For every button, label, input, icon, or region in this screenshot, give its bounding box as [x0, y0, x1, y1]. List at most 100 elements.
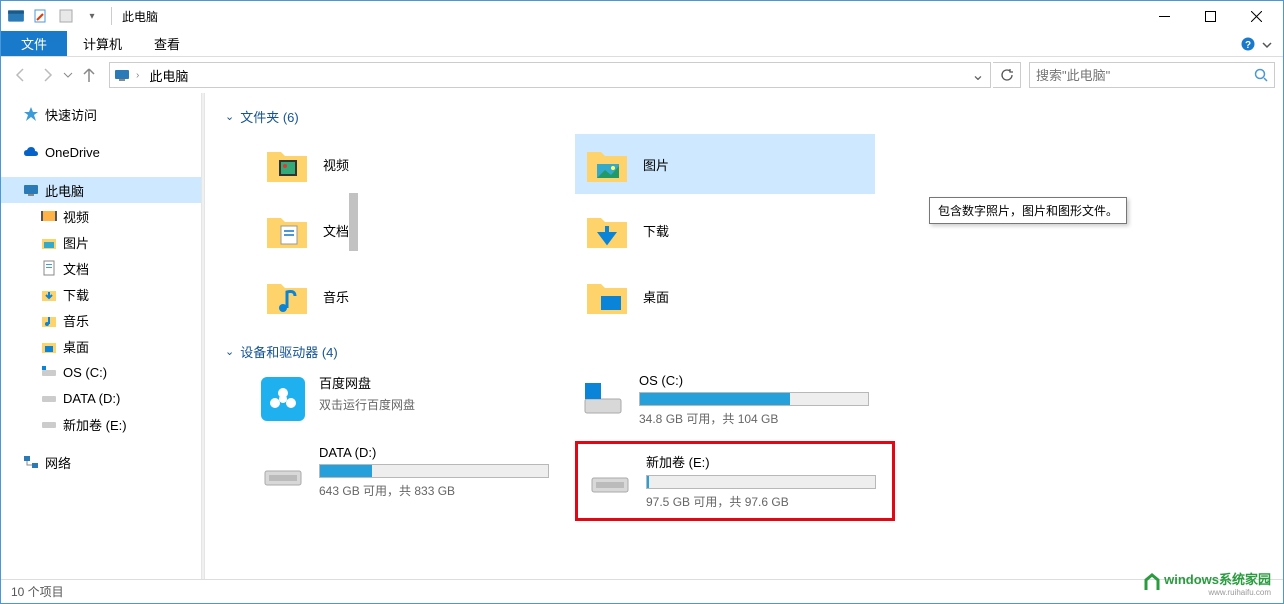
statusbar: 10 个项目	[1, 579, 1283, 603]
sidebar-network[interactable]: 网络	[1, 449, 201, 475]
sidebar-item-label: 音乐	[63, 311, 89, 330]
drive-e[interactable]: 新加卷 (E:) 97.5 GB 可用，共 97.6 GB	[582, 448, 888, 514]
sidebar-item-label: 网络	[45, 453, 71, 472]
network-icon	[23, 454, 39, 470]
tooltip: 包含数字照片，图片和图形文件。	[929, 197, 1127, 224]
sidebar-item-desktop[interactable]: 桌面	[1, 333, 201, 359]
nav-forward-button[interactable]	[35, 63, 59, 87]
sidebar-this-pc[interactable]: 此电脑	[1, 177, 201, 203]
sidebar-item-label: OneDrive	[45, 145, 100, 160]
folder-label: 图片	[643, 155, 669, 174]
drive-name: 新加卷 (E:)	[646, 452, 882, 471]
sidebar-item-downloads[interactable]: 下载	[1, 281, 201, 307]
picture-icon	[41, 234, 57, 250]
qat-properties-icon[interactable]	[29, 5, 51, 27]
folder-downloads[interactable]: 下载	[575, 200, 875, 260]
sidebar-onedrive[interactable]: OneDrive	[1, 139, 201, 165]
drive-os-icon	[581, 377, 625, 421]
group-drives-header[interactable]: ⌄ 设备和驱动器 (4)	[225, 342, 1263, 361]
folder-label: 桌面	[643, 287, 669, 306]
chevron-down-icon: ⌄	[225, 345, 234, 358]
folder-documents[interactable]: 文档	[255, 200, 555, 260]
minimize-button[interactable]	[1141, 1, 1187, 31]
sidebar-item-drive-e[interactable]: 新加卷 (E:)	[1, 411, 201, 437]
folder-music[interactable]: 音乐	[255, 266, 555, 326]
content-pane: ⌄ 文件夹 (6) 视频 图片 文档 下载 音乐	[205, 93, 1283, 579]
drive-name: 百度网盘	[319, 373, 549, 392]
watermark-icon	[1142, 573, 1162, 593]
breadcrumb[interactable]: 此电脑	[145, 66, 192, 85]
star-icon	[23, 106, 39, 122]
drive-icon	[41, 416, 57, 432]
search-box[interactable]	[1029, 62, 1275, 88]
pc-icon	[23, 182, 39, 198]
svg-text:?: ?	[1245, 40, 1251, 51]
sidebar-item-music[interactable]: 音乐	[1, 307, 201, 333]
sidebar-item-pictures[interactable]: 图片	[1, 229, 201, 255]
item-count: 10 个项目	[11, 583, 64, 600]
sidebar-item-label: 快速访问	[45, 105, 97, 124]
picture-folder-icon	[585, 142, 629, 186]
tab-file[interactable]: 文件	[1, 31, 67, 56]
folder-label: 文档	[323, 221, 349, 240]
folder-desktop[interactable]: 桌面	[575, 266, 875, 326]
nav-up-button[interactable]	[77, 63, 101, 87]
folder-label: 视频	[323, 155, 349, 174]
breadcrumb-sep-icon: ›	[136, 70, 139, 81]
qat-dropdown-icon[interactable]: ▾	[81, 5, 103, 27]
baidu-icon	[261, 377, 305, 421]
sidebar-item-documents[interactable]: 文档	[1, 255, 201, 281]
drive-name: OS (C:)	[639, 373, 889, 388]
drive-sub: 双击运行百度网盘	[319, 396, 549, 413]
sidebar-quick-access[interactable]: 快速访问	[1, 101, 201, 127]
pc-icon	[114, 67, 130, 83]
drive-c[interactable]: OS (C:) 34.8 GB 可用，共 104 GB	[575, 369, 895, 431]
drive-baidu[interactable]: 百度网盘 双击运行百度网盘	[255, 369, 555, 431]
usage-bar	[639, 392, 869, 406]
usage-bar	[319, 464, 549, 478]
drive-icon	[41, 390, 57, 406]
qat-newfolder-icon[interactable]	[55, 5, 77, 27]
titlebar-divider	[111, 7, 112, 25]
drive-stat: 643 GB 可用，共 833 GB	[319, 482, 549, 499]
music-icon	[41, 312, 57, 328]
titlebar: ▾ 此电脑	[1, 1, 1283, 31]
sidebar-item-label: 视频	[63, 207, 89, 226]
folder-label: 下载	[643, 221, 669, 240]
maximize-button[interactable]	[1187, 1, 1233, 31]
folder-label: 音乐	[323, 287, 349, 306]
close-button[interactable]	[1233, 1, 1279, 31]
group-folders-header[interactable]: ⌄ 文件夹 (6)	[225, 107, 1263, 126]
sidebar-item-drive-c[interactable]: OS (C:)	[1, 359, 201, 385]
watermark-sub: www.ruihaifu.com	[1164, 588, 1271, 597]
watermark: windows系统家园 www.ruihaifu.com	[1142, 569, 1271, 597]
help-icon[interactable]: ?	[1241, 37, 1255, 51]
navbar: › 此电脑 ⌄	[1, 57, 1283, 93]
sidebar-item-label: 下载	[63, 285, 89, 304]
search-input[interactable]	[1036, 68, 1254, 83]
explorer-icon	[7, 7, 25, 25]
sidebar-item-label: 图片	[63, 233, 89, 252]
nav-back-button[interactable]	[9, 63, 33, 87]
folder-videos[interactable]: 视频	[255, 134, 555, 194]
nav-history-dropdown[interactable]	[61, 63, 75, 87]
address-dropdown-icon[interactable]: ⌄	[970, 65, 986, 85]
folder-pictures[interactable]: 图片	[575, 134, 875, 194]
video-icon	[41, 208, 57, 224]
ribbon-collapse-icon[interactable]	[1257, 35, 1277, 55]
search-icon[interactable]	[1254, 68, 1268, 82]
drive-d[interactable]: DATA (D:) 643 GB 可用，共 833 GB	[255, 441, 555, 521]
address-bar[interactable]: › 此电脑 ⌄	[109, 62, 991, 88]
drive-icon	[588, 456, 632, 500]
sidebar-item-drive-d[interactable]: DATA (D:)	[1, 385, 201, 411]
chevron-down-icon: ⌄	[225, 110, 234, 123]
tab-view[interactable]: 查看	[138, 31, 196, 56]
sidebar-item-label: 桌面	[63, 337, 89, 356]
tab-computer[interactable]: 计算机	[67, 31, 138, 56]
sidebar-item-videos[interactable]: 视频	[1, 203, 201, 229]
watermark-text: windows系统家园	[1164, 572, 1271, 587]
sidebar: 快速访问 OneDrive 此电脑 视频 图片 文档 下载 音乐 桌面 OS (…	[1, 93, 201, 579]
ribbon: 文件 计算机 查看 ?	[1, 31, 1283, 57]
refresh-button[interactable]	[993, 62, 1021, 88]
usage-bar	[646, 475, 876, 489]
